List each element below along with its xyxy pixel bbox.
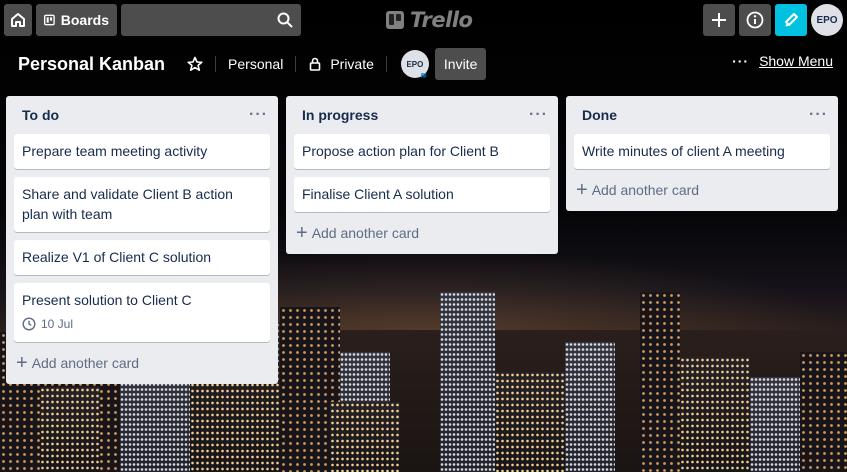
card-title: Realize V1 of Client C solution — [22, 249, 212, 265]
add-card-button[interactable]: + Add another card — [6, 350, 278, 380]
header-divider — [385, 56, 387, 72]
plus-icon: + — [16, 352, 28, 374]
member-avatar[interactable]: EPO ≋ — [400, 50, 429, 80]
home-button[interactable] — [4, 4, 32, 36]
building — [680, 357, 750, 472]
card[interactable]: Share and validate Client B action plan … — [14, 177, 270, 232]
list-menu-icon[interactable]: ··· — [529, 106, 548, 124]
building — [565, 342, 615, 472]
invite-button[interactable]: Invite — [434, 48, 487, 80]
list-header: To do ··· — [6, 96, 278, 134]
topbar-actions: EPO — [703, 4, 843, 36]
member-initials: EPO — [406, 59, 424, 69]
admin-badge-icon: ≋ — [420, 71, 427, 80]
card-title: Share and validate Client B action plan … — [22, 186, 233, 222]
user-avatar[interactable]: EPO — [811, 4, 843, 36]
list-to-do: To do ··· Prepare team meeting activity … — [6, 96, 278, 384]
header-divider — [295, 56, 297, 72]
card-title: Finalise Client A solution — [302, 186, 454, 202]
due-date-badge: 10 Jul — [22, 314, 262, 334]
boards-button[interactable]: Boards — [36, 4, 117, 36]
card-container: Prepare team meeting activity Share and … — [6, 134, 278, 342]
list-done: Done ··· Write minutes of client A meeti… — [566, 96, 838, 211]
top-navigation-bar: Boards Trello EPO — [0, 0, 847, 40]
tall-tower — [440, 292, 495, 472]
visibility-label: Private — [330, 56, 374, 72]
card-title: Prepare team meeting activity — [22, 143, 208, 159]
building — [330, 402, 400, 472]
show-menu-button[interactable]: ··· Show Menu — [732, 53, 833, 69]
boards-label: Boards — [60, 12, 109, 28]
card-title: Propose action plan for Client B — [302, 143, 499, 159]
card[interactable]: Present solution to Client C 10 Jul — [14, 283, 270, 342]
card[interactable]: Write minutes of client A meeting — [574, 134, 830, 169]
card-container: Write minutes of client A meeting — [566, 134, 838, 169]
building — [40, 387, 100, 472]
card-container: Propose action plan for Client B Finalis… — [286, 134, 558, 212]
building — [750, 377, 805, 472]
info-button[interactable] — [739, 4, 771, 36]
add-card-label: Add another card — [591, 182, 700, 198]
search-input[interactable] — [121, 4, 301, 36]
search-icon — [277, 12, 293, 28]
create-button[interactable] — [703, 4, 735, 36]
list-menu-icon[interactable]: ··· — [809, 106, 828, 124]
building — [800, 352, 847, 472]
tall-tower — [640, 292, 680, 472]
card[interactable]: Prepare team meeting activity — [14, 134, 270, 169]
list-title[interactable]: In progress — [302, 107, 378, 123]
clock-icon — [22, 317, 36, 331]
team-label: Personal — [228, 56, 284, 72]
megaphone-icon — [785, 13, 798, 27]
plus-icon: + — [296, 222, 308, 244]
list-menu-icon[interactable]: ··· — [249, 106, 268, 124]
plus-icon — [712, 13, 726, 27]
list-title[interactable]: Done — [582, 107, 617, 123]
home-icon — [11, 13, 25, 27]
team-button[interactable]: Personal — [220, 48, 291, 80]
list-header: In progress ··· — [286, 96, 558, 134]
info-icon — [746, 11, 764, 29]
plus-icon: + — [576, 179, 588, 201]
list-header: Done ··· — [566, 96, 838, 134]
add-card-label: Add another card — [31, 355, 140, 371]
star-button[interactable] — [179, 48, 211, 80]
show-menu-label: Show Menu — [759, 53, 833, 69]
board-title[interactable]: Personal Kanban — [18, 54, 165, 75]
visibility-button[interactable]: Private — [300, 48, 382, 80]
logo-text: Trello — [410, 8, 473, 32]
add-card-label: Add another card — [311, 225, 420, 241]
card[interactable]: Realize V1 of Client C solution — [14, 240, 270, 275]
boards-icon — [44, 14, 55, 26]
list-title[interactable]: To do — [22, 107, 59, 123]
more-icon: ··· — [732, 53, 750, 69]
list-in-progress: In progress ··· Propose action plan for … — [286, 96, 558, 254]
building — [495, 372, 565, 472]
add-card-button[interactable]: + Add another card — [286, 220, 558, 250]
card[interactable]: Propose action plan for Client B — [294, 134, 550, 169]
trello-logo[interactable]: Trello — [386, 8, 473, 32]
due-date: 10 Jul — [41, 317, 74, 331]
header-divider — [215, 56, 217, 72]
notifications-button[interactable] — [775, 4, 807, 36]
add-card-button[interactable]: + Add another card — [566, 177, 838, 207]
lock-icon — [310, 57, 321, 71]
card-title: Present solution to Client C — [22, 292, 192, 308]
trello-logo-icon — [386, 11, 404, 29]
board-header: Personal Kanban Personal Private EPO ≋ I… — [0, 44, 847, 84]
card-title: Write minutes of client A meeting — [582, 143, 785, 159]
star-icon — [187, 56, 203, 71]
card[interactable]: Finalise Client A solution — [294, 177, 550, 212]
